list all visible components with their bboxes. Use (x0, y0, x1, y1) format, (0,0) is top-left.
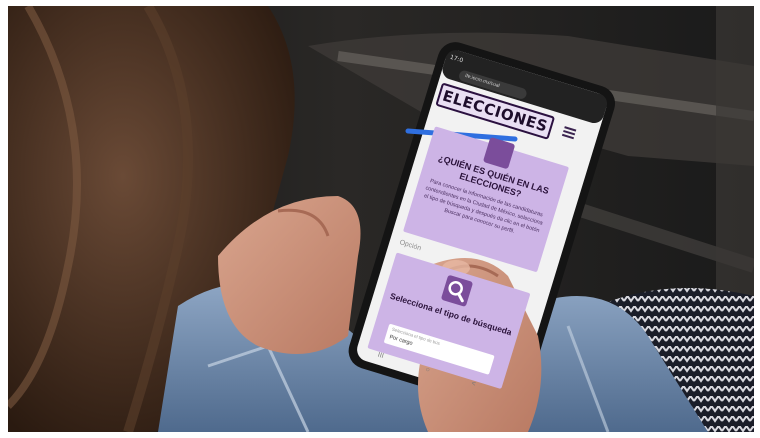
photo-scene (8, 6, 754, 432)
info-card: ¿QUIÉN ES QUIÉN EN LAS ELECCIONES? Para … (403, 126, 570, 273)
hamburger-menu-icon (561, 126, 577, 140)
status-time: 17:0 (449, 53, 464, 65)
option-label: Opción (398, 239, 422, 253)
search-icon (440, 274, 474, 308)
person-icon (482, 136, 516, 170)
recents-icon: III (376, 351, 385, 361)
home-icon: ○ (424, 366, 431, 375)
back-icon: < (470, 380, 477, 389)
photo: 17:0 ife.iecm.mx/cual ELECCIONES ¿QUIÉN … (8, 6, 754, 432)
